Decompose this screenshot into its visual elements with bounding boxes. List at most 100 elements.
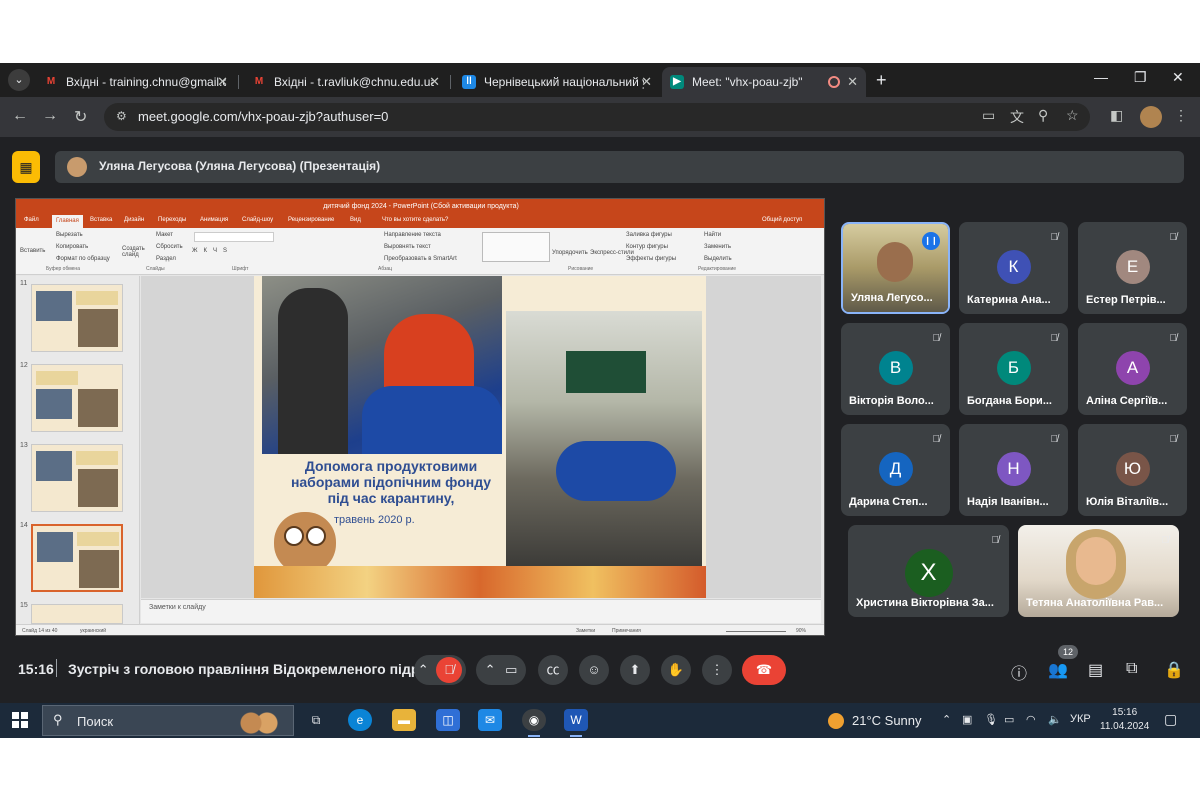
chevron-up-icon[interactable]: ⌃ [485,662,496,677]
tab-gmail-training[interactable]: M Вхідні - training.chnu@gmail.com ✕ [36,67,236,97]
slide-thumbnail-12[interactable] [31,364,123,432]
bookmark-star-icon[interactable]: ☆ [1066,107,1079,124]
participant-tile[interactable]: 🎙̸ Е Естер Петрів... [1078,222,1187,314]
participant-tile[interactable]: ❙❙ Уляна Легусо... [841,222,950,314]
more-options-button[interactable]: ⋮ [702,655,732,685]
font-format-buttons[interactable]: ЖКЧS [192,248,233,254]
copy-button[interactable]: Копировать [56,244,88,250]
ppt-menu-insert[interactable]: Вставка [90,217,112,223]
reload-icon[interactable]: ↻ [74,107,87,127]
presentation-icon[interactable]: ▦ [12,151,40,183]
close-tab-icon[interactable]: ✕ [429,67,440,97]
ppt-menu-animation[interactable]: Анимация [200,217,228,223]
mic-off-icon[interactable]: 🎙̸ [436,657,463,683]
menu-dots-icon[interactable]: ⋮ [1174,107,1188,124]
chevron-up-icon[interactable]: ⌃ [418,662,429,677]
ppt-menu-file[interactable]: Файл [24,217,39,223]
leave-call-button[interactable]: ☎ [742,655,786,685]
shape-outline-button[interactable]: Контур фигуры [626,244,668,250]
chat-icon[interactable]: ▤ [1088,660,1103,680]
align-text-button[interactable]: Выровнять текст [384,244,431,250]
participant-tile[interactable]: 🎙̸ Х Христина Вікторівна За... [848,525,1009,617]
volume-icon[interactable]: 🔈 [1048,713,1062,726]
restore-icon[interactable]: ❐ [1134,69,1147,86]
minimize-icon[interactable]: — [1094,69,1108,85]
forward-icon[interactable]: → [42,107,58,125]
ppt-share[interactable]: Общий доступ [762,217,802,223]
mail-icon[interactable]: ✉ [478,709,502,731]
meet-tray-icon[interactable]: ▣ [962,713,972,726]
ppt-menu-review[interactable]: Рецензирование [288,217,334,223]
paste-button[interactable]: Вставить [20,248,45,254]
close-window-icon[interactable]: ✕ [1172,69,1184,86]
ppt-menu-view[interactable]: Вид [350,217,361,223]
arrange-button[interactable]: Упорядочить [552,250,588,256]
tray-chevron-icon[interactable]: ⌃ [942,713,951,726]
new-slide-button[interactable]: Создать слайд [122,246,146,258]
present-button[interactable]: ⬆ [620,655,650,685]
input-language[interactable]: УКР [1070,713,1091,725]
tab-search-icon[interactable]: ⌄ [8,69,30,91]
smartart-button[interactable]: Преобразовать в SmartArt [384,256,457,262]
zoom-icon[interactable]: ⚲ [1038,107,1048,124]
tab-gmail-travliuk[interactable]: M Вхідні - t.ravliuk@chnu.edu.ua ✕ [244,67,448,97]
replace-button[interactable]: Заменить [704,244,731,250]
address-bar[interactable]: ⚙ meet.google.com/vhx-poau-zjb?authuser=… [104,103,1090,131]
ppt-menu-slideshow[interactable]: Слайд-шоу [242,217,273,223]
find-button[interactable]: Найти [704,232,721,238]
shapes-gallery[interactable] [482,232,550,262]
participant-tile[interactable]: 🎙̸ Д Дарина Степ... [841,424,950,516]
slide-thumbnail-14[interactable] [31,524,123,592]
tab-chnu[interactable]: ǀǀ Чернівецький національний університет… [454,67,660,97]
slide-thumbnail-15[interactable] [31,604,123,624]
select-button[interactable]: Выделить [704,256,732,262]
participant-tile[interactable]: 🎙̸ Ю Юлія Віталіїв... [1078,424,1187,516]
section-button[interactable]: Раздел [156,256,176,262]
side-panel-icon[interactable]: ◧ [1110,107,1123,124]
text-direction-button[interactable]: Направление текста [384,232,441,238]
store-icon[interactable]: ◫ [436,709,460,731]
comments-toggle[interactable]: Примечания [612,628,641,634]
system-clock[interactable]: 15:16 11.04.2024 [1100,706,1149,734]
battery-icon[interactable]: ▭ [1004,713,1014,726]
notifications-icon[interactable]: ▢ [1164,711,1177,728]
format-painter-button[interactable]: Формат по образцу [56,256,110,262]
reset-button[interactable]: Сбросить [156,244,183,250]
activities-icon[interactable]: ⧉ [1126,660,1137,678]
current-slide[interactable]: Допомога продуктовими наборами підопічни… [254,276,706,598]
raise-hand-button[interactable]: ✋ [661,655,691,685]
participant-tile[interactable]: 🎙̸ К Катерина Ана... [959,222,1068,314]
zoom-slider[interactable] [726,631,786,632]
ppt-menu-design[interactable]: Дизайн [124,217,144,223]
back-icon[interactable]: ← [12,107,28,125]
site-info-icon[interactable]: ⚙ [116,109,127,123]
cut-button[interactable]: Вырезать [56,232,83,238]
file-explorer-icon[interactable]: ▬ [392,709,416,731]
slide-thumbnail-13[interactable] [31,444,123,512]
ppt-tell-me[interactable]: Что вы хотите сделать? [382,217,448,223]
slide-notes[interactable]: Заметки к слайду [141,599,821,623]
shape-effects-button[interactable]: Эффекты фигуры [626,256,676,262]
reactions-button[interactable]: ☺ [579,655,609,685]
participant-tile[interactable]: 🎙̸ В Вікторія Воло... [841,323,950,415]
url-text[interactable]: meet.google.com/vhx-poau-zjb?authuser=0 [138,109,388,124]
info-icon[interactable]: ⓘ [1011,660,1027,684]
close-tab-icon[interactable]: ✕ [847,67,858,97]
ppt-menu-home[interactable]: Главная [52,215,83,228]
chrome-icon[interactable]: ◉ [522,709,546,737]
windows-start-icon[interactable] [12,712,28,728]
microphone-tray-icon[interactable]: 🎙 [984,713,998,726]
participant-tile[interactable]: 🎙̸ Н Надія Іванівн... [959,424,1068,516]
layout-button[interactable]: Макет [156,232,173,238]
captions-button[interactable]: ㏄ [538,655,568,685]
translate-icon[interactable]: 文 [1010,107,1024,127]
ppt-menu-transitions[interactable]: Переходы [158,217,186,223]
edge-icon[interactable]: e [348,709,372,731]
close-tab-icon[interactable]: ✕ [641,67,652,97]
taskbar-search[interactable]: ⚲ Поиск [42,705,294,737]
mic-control[interactable]: ⌃ 🎙̸ [414,655,466,685]
notes-toggle[interactable]: Заметки [576,628,595,634]
participant-tile[interactable]: 🎙̸ А Аліна Сергіїв... [1078,323,1187,415]
font-family-select[interactable] [194,232,274,242]
shape-fill-button[interactable]: Заливка фигуры [626,232,672,238]
